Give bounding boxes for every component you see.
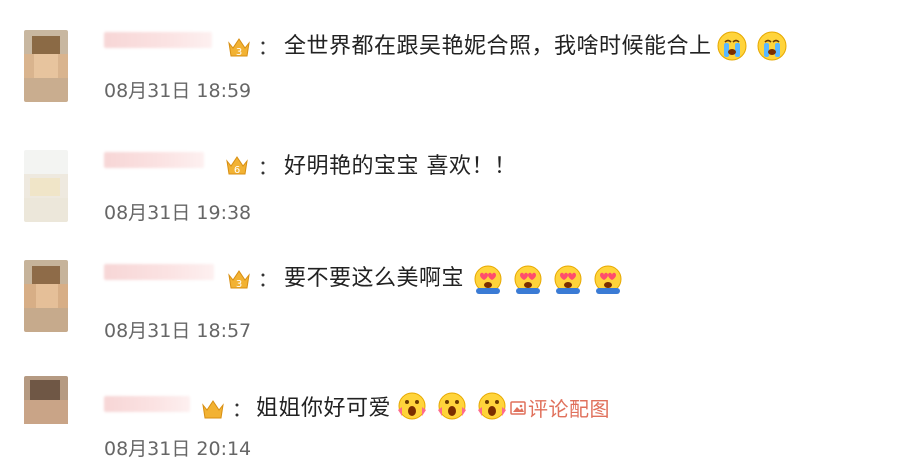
colon: ：	[258, 35, 278, 59]
username-blurred[interactable]	[104, 396, 190, 412]
comment-text: 好明艳的宝宝 喜欢！！	[284, 154, 517, 179]
username-blurred[interactable]	[104, 152, 204, 168]
screaming-face-icon	[478, 392, 506, 420]
colon: ：	[258, 155, 278, 179]
comment-text: 姐姐你好可爱	[256, 396, 392, 421]
username-blurred[interactable]	[104, 264, 214, 280]
vip-crown-badge-icon: 3	[228, 270, 250, 290]
avatar[interactable]	[24, 150, 68, 222]
comment-feed: 3 ： 全世界都在跟吴艳妮合照，我啥时候能合上 08月31日 18:59 6 ：…	[0, 0, 900, 460]
comment-item: 6 ： 好明艳的宝宝 喜欢！！ 08月31日 19:38	[0, 112, 900, 224]
comment-text: 全世界都在跟吴艳妮合照，我啥时候能合上	[284, 34, 712, 59]
avatar[interactable]	[24, 260, 68, 332]
comment-image-link[interactable]: 评论配图	[528, 394, 610, 424]
avatar[interactable]	[24, 376, 68, 448]
screaming-face-icon	[438, 392, 466, 420]
crying-face-icon	[717, 31, 747, 61]
comment-item: 3 ： 全世界都在跟吴艳妮合照，我啥时候能合上 08月31日 18:59	[0, 0, 900, 110]
screaming-face-icon	[398, 392, 426, 420]
emoji-row	[472, 264, 624, 296]
timestamp: 08月31日 20:14	[104, 438, 252, 460]
svg-text:6: 6	[234, 165, 240, 176]
timestamp: 08月31日 19:38	[104, 202, 252, 224]
colon: ：	[232, 397, 252, 421]
vip-crown-badge-icon	[202, 400, 224, 419]
timestamp: 08月31日 18:59	[104, 80, 252, 102]
comment-item: 3 ： 要不要这么美啊宝 08月31日 18:57	[0, 224, 900, 342]
emoji-row	[396, 390, 508, 422]
emoji-row	[716, 30, 788, 62]
svg-text:3: 3	[236, 47, 242, 58]
vip-crown-badge-icon: 3	[228, 38, 250, 58]
comment-item: ： 姐姐你好可爱 评论配图 08月31日 20:14	[0, 336, 900, 460]
colon: ：	[258, 267, 278, 291]
comment-text: 要不要这么美啊宝	[284, 266, 465, 291]
svg-text:3: 3	[236, 279, 242, 290]
vip-crown-badge-icon: 6	[226, 156, 248, 176]
heart-eyes-face-icon	[554, 265, 582, 294]
crying-face-icon	[757, 31, 787, 61]
heart-eyes-face-icon	[514, 265, 542, 294]
heart-eyes-face-icon	[594, 265, 622, 294]
username-blurred[interactable]	[104, 32, 212, 48]
heart-eyes-face-icon	[474, 265, 502, 294]
avatar[interactable]	[24, 30, 68, 102]
image-icon[interactable]	[510, 400, 526, 416]
